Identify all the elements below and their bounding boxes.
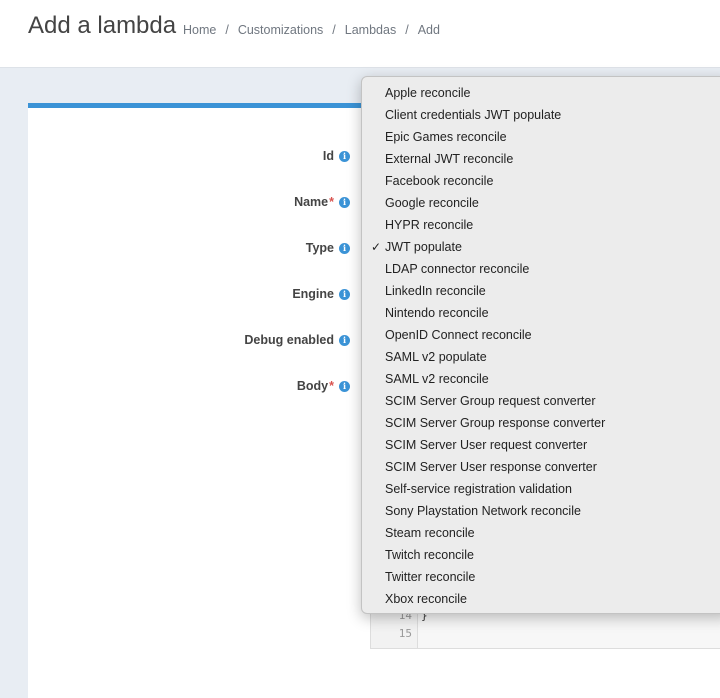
field-label-name: Name * i: [294, 195, 350, 209]
dropdown-option-label: External JWT reconcile: [385, 152, 514, 166]
dropdown-option-label: LinkedIn reconcile: [385, 284, 486, 298]
field-label-text: Type: [305, 241, 334, 255]
field-label-text: Name: [294, 195, 329, 209]
breadcrumb-separator: /: [332, 23, 336, 37]
page-title: Add a lambda: [28, 12, 177, 39]
page-header: Add a lambda Home / Customizations / Lambdas…: [0, 0, 720, 68]
breadcrumb-add: Add: [417, 23, 440, 37]
required-marker: *: [329, 379, 334, 393]
breadcrumb-lambdas[interactable]: Lambdas: [345, 23, 396, 37]
dropdown-option[interactable]: Nintendo reconcile: [362, 302, 720, 324]
required-marker: *: [329, 195, 334, 209]
field-label-type: Type i: [306, 241, 350, 255]
dropdown-option-label: Twitter reconcile: [385, 570, 476, 584]
dropdown-option[interactable]: SCIM Server User request converter: [362, 434, 720, 456]
dropdown-option-label: Steam reconcile: [385, 526, 475, 540]
dropdown-option[interactable]: Self-service registration validation: [362, 478, 720, 500]
dropdown-option-label: SCIM Server User response converter: [385, 460, 597, 474]
dropdown-option[interactable]: HYPR reconcile: [362, 214, 720, 236]
dropdown-option[interactable]: SCIM Server User response converter: [362, 456, 720, 478]
dropdown-option[interactable]: OpenID Connect reconcile: [362, 324, 720, 346]
dropdown-option[interactable]: Xbox reconcile: [362, 588, 720, 610]
dropdown-option[interactable]: Twitch reconcile: [362, 544, 720, 566]
dropdown-option-label: SCIM Server User request converter: [385, 438, 588, 452]
info-icon[interactable]: i: [339, 334, 350, 346]
info-icon[interactable]: i: [339, 288, 350, 300]
breadcrumb-separator: /: [405, 23, 409, 37]
breadcrumb-separator: /: [225, 23, 229, 37]
dropdown-option[interactable]: Facebook reconcile: [362, 170, 720, 192]
dropdown-option[interactable]: ✓ JWT populate: [362, 236, 720, 258]
field-label-engine: Engine i: [292, 287, 350, 301]
checkmark-icon: ✓: [371, 240, 382, 254]
breadcrumb: Home / Customizations / Lambdas / Add: [183, 23, 440, 37]
dropdown-option-label: Self-service registration validation: [385, 482, 572, 496]
field-label-text: Id: [322, 149, 334, 163]
field-label-debug-enabled: Debug enabled i: [244, 333, 350, 347]
dropdown-option[interactable]: Twitter reconcile: [362, 566, 720, 588]
field-label-text: Body: [296, 379, 329, 393]
dropdown-option-label: Google reconcile: [385, 196, 479, 210]
dropdown-option[interactable]: SCIM Server Group response converter: [362, 412, 720, 434]
field-label-id: Id i: [323, 149, 350, 163]
info-icon[interactable]: i: [339, 196, 350, 208]
dropdown-option-label: HYPR reconcile: [385, 218, 474, 232]
dropdown-option-label: SAML v2 populate: [385, 350, 487, 364]
dropdown-option-label: Facebook reconcile: [385, 174, 494, 188]
type-dropdown-menu[interactable]: Apple reconcile Client credentials JWT po…: [361, 76, 720, 614]
dropdown-option-label: Apple reconcile: [385, 86, 471, 100]
field-label-text: Debug enabled: [244, 333, 334, 347]
dropdown-option-label: Sony Playstation Network reconcile: [385, 504, 581, 518]
dropdown-option-label: Client credentials JWT populate: [385, 108, 562, 122]
dropdown-option-label: SAML v2 reconcile: [385, 372, 489, 386]
info-icon[interactable]: i: [339, 380, 350, 392]
dropdown-option[interactable]: Client credentials JWT populate: [362, 104, 720, 126]
dropdown-option[interactable]: Apple reconcile: [362, 82, 720, 104]
dropdown-option[interactable]: Epic Games reconcile: [362, 126, 720, 148]
dropdown-option-label: SCIM Server Group request converter: [385, 394, 596, 408]
dropdown-option-label: Xbox reconcile: [385, 592, 467, 606]
dropdown-option-label: Nintendo reconcile: [385, 306, 489, 320]
field-label-text: Engine: [292, 287, 334, 301]
dropdown-option[interactable]: Steam reconcile: [362, 522, 720, 544]
dropdown-option[interactable]: SAML v2 populate: [362, 346, 720, 368]
dropdown-option[interactable]: SAML v2 reconcile: [362, 368, 720, 390]
dropdown-option[interactable]: SCIM Server Group request converter: [362, 390, 720, 412]
dropdown-option[interactable]: LDAP connector reconcile: [362, 258, 720, 280]
dropdown-option-label: OpenID Connect reconcile: [385, 328, 532, 342]
info-icon[interactable]: i: [339, 242, 350, 254]
dropdown-option-label: Twitch reconcile: [385, 548, 474, 562]
breadcrumb-customizations[interactable]: Customizations: [238, 23, 323, 37]
dropdown-option-label: SCIM Server Group response converter: [385, 416, 606, 430]
dropdown-option[interactable]: Sony Playstation Network reconcile: [362, 500, 720, 522]
dropdown-option-label: Epic Games reconcile: [385, 130, 507, 144]
info-icon[interactable]: i: [339, 150, 350, 162]
dropdown-option-label: JWT populate: [385, 240, 462, 254]
line-number: 15: [398, 627, 412, 640]
dropdown-option[interactable]: LinkedIn reconcile: [362, 280, 720, 302]
dropdown-option[interactable]: External JWT reconcile: [362, 148, 720, 170]
dropdown-option-label: LDAP connector reconcile: [385, 262, 530, 276]
breadcrumb-home[interactable]: Home: [183, 23, 216, 37]
field-label-body: Body * i: [297, 379, 350, 393]
dropdown-option[interactable]: Google reconcile: [362, 192, 720, 214]
